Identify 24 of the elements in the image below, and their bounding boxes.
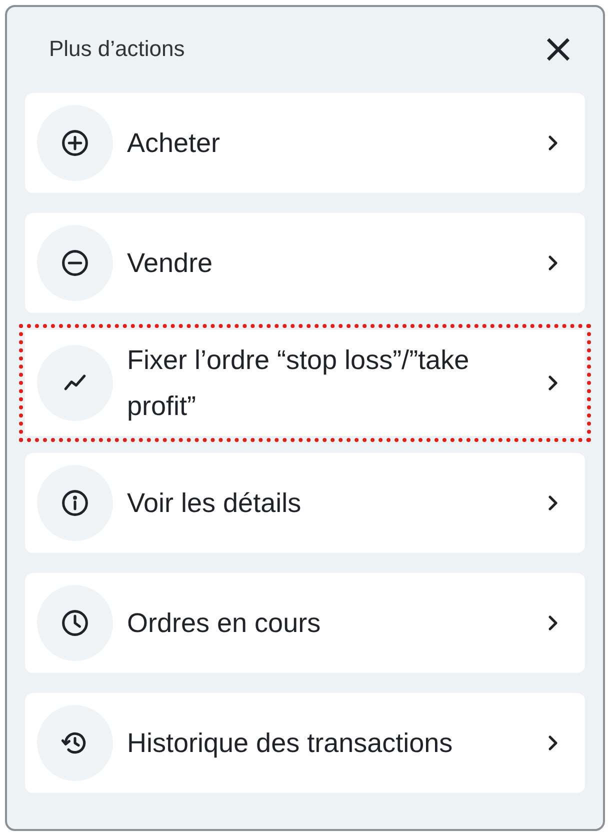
panel-title: Plus d’actions	[49, 36, 185, 62]
chevron-right-icon	[547, 254, 559, 272]
plus-circle-icon	[61, 129, 89, 157]
action-item[interactable]: Historique des transactions	[25, 693, 585, 793]
action-label: Ordres en cours	[127, 607, 322, 640]
close-button[interactable]: ×	[535, 29, 581, 69]
minus-circle-icon	[61, 249, 89, 277]
action-label: Voir les détails	[127, 487, 302, 520]
chevron-right-icon	[547, 494, 559, 512]
action-label: Vendre	[127, 247, 214, 280]
action-item[interactable]: Fixer l’ordre “stop loss”/”take profit”	[25, 330, 585, 436]
chevron-right-icon	[547, 734, 559, 752]
action-label: Fixer l’ordre “stop loss”/”take profit”	[127, 344, 470, 423]
action-item[interactable]: Ordres en cours	[25, 573, 585, 673]
chevron-right-icon	[547, 614, 559, 632]
chevron-right-icon	[547, 374, 559, 392]
action-item[interactable]: Voir les détails	[25, 453, 585, 553]
action-label: Acheter	[127, 127, 222, 160]
info-icon	[61, 489, 89, 517]
chevron-right-icon	[547, 134, 559, 152]
action-item[interactable]: Vendre	[25, 213, 585, 313]
clock-icon	[61, 609, 89, 637]
action-item[interactable]: Acheter	[25, 93, 585, 193]
action-label: Historique des transactions	[127, 727, 454, 760]
